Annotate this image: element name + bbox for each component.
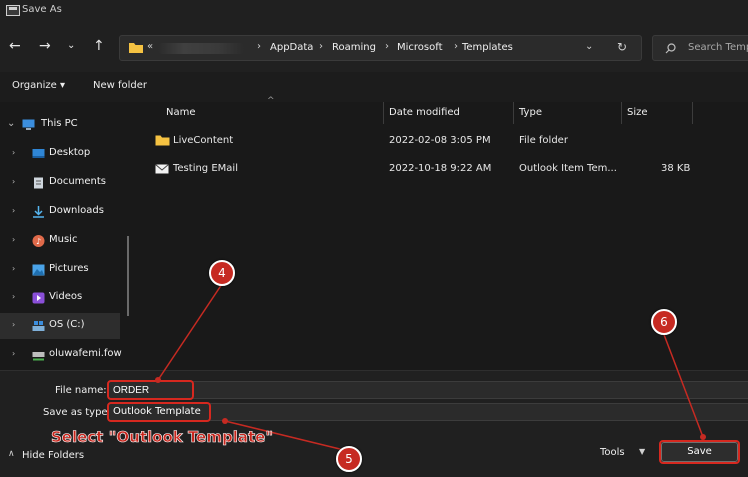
arrow-step-6 [662, 331, 704, 438]
annotation-arrows [155, 283, 706, 452]
arrow-head-step-4 [155, 377, 161, 383]
arrow-head-step-6 [700, 434, 706, 440]
callout-step-6: 6 [651, 309, 677, 335]
arrow-step-4 [157, 283, 223, 381]
instruction-text: Select "Outlook Template" [51, 428, 274, 447]
callout-step-4: 4 [209, 260, 235, 286]
callout-step-5: 5 [336, 446, 362, 472]
arrow-head-step-5 [222, 418, 228, 424]
